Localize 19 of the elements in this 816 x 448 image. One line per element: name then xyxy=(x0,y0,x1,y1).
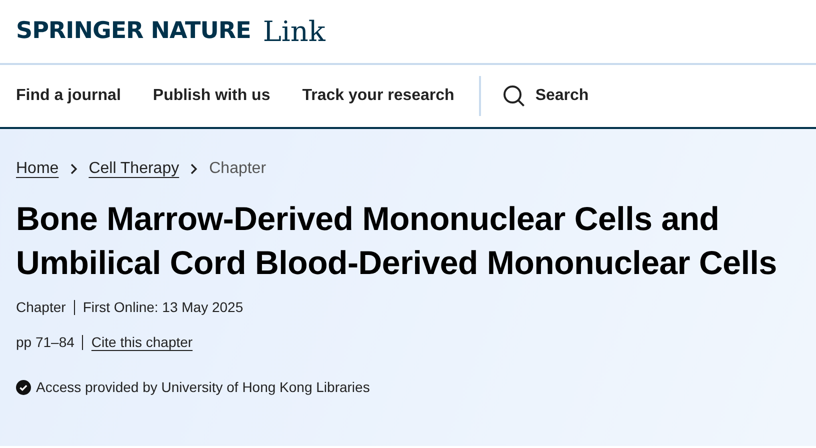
nav-link[interactable]: Track your research xyxy=(302,84,454,108)
search-button[interactable]: Search xyxy=(503,84,589,108)
chevron-right-icon xyxy=(70,163,78,175)
logo-product[interactable]: Link xyxy=(262,10,326,52)
chapter-title: Bone Marrow-Derived Mononuclear Cells and Umbilical Cord Blood-Derived Mononuclear Cells xyxy=(16,199,778,283)
meta-text: First Online: 13 May 2025 xyxy=(82,298,244,317)
check-circle-icon xyxy=(16,380,31,395)
access-text: Access provided by University of Hong Kong Libraries xyxy=(36,378,370,397)
logo-brand[interactable]: SPRINGER NATURE xyxy=(16,14,251,49)
breadcrumb-link[interactable]: Cell Therapy xyxy=(88,157,180,181)
nav-link[interactable]: Publish with us xyxy=(152,84,270,108)
search-icon xyxy=(503,85,526,107)
cite-link[interactable]: Cite this chapter xyxy=(91,332,193,353)
meta-text: Chapter xyxy=(16,298,66,317)
chevron-right-icon xyxy=(190,163,198,175)
meta-text: pp 71–84 xyxy=(16,333,74,352)
nav-link[interactable]: Find a journal xyxy=(16,84,121,108)
breadcrumb-link[interactable]: Home xyxy=(16,157,59,181)
breadcrumb-current: Chapter xyxy=(209,159,266,179)
